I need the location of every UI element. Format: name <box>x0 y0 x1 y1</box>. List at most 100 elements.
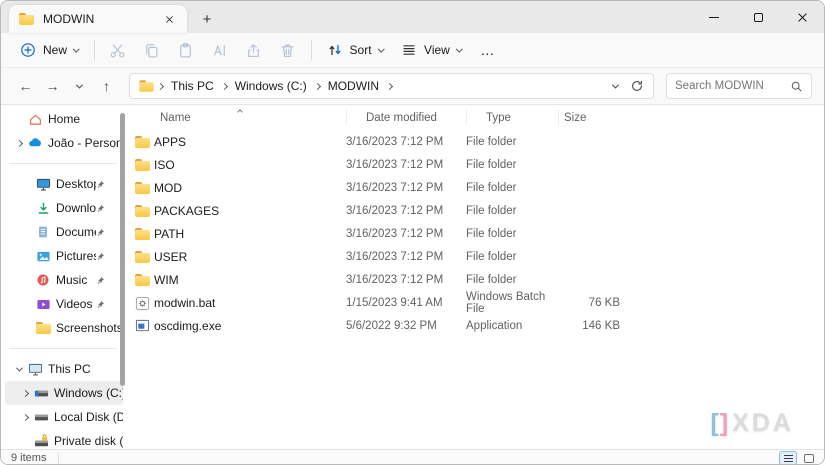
folder-icon <box>134 226 150 242</box>
table-row[interactable]: WIM 3/16/2023 7:12 PM File folder <box>134 268 824 291</box>
close-icon <box>165 15 174 24</box>
forward-button[interactable]: → <box>40 74 65 99</box>
file-explorer-window: MODWIN + New Sort View … ← → ↑ This PC W… <box>0 0 825 465</box>
folder-icon <box>134 157 150 173</box>
sidebar-item-pictures[interactable]: Pictures <box>5 244 123 268</box>
large-icons-view-icon <box>804 453 814 463</box>
see-more-button[interactable]: … <box>470 42 505 58</box>
recent-locations-button[interactable] <box>67 74 92 99</box>
share-button[interactable] <box>237 37 271 63</box>
new-tab-button[interactable]: + <box>195 7 219 31</box>
delete-button[interactable] <box>271 37 305 63</box>
cut-button[interactable] <box>101 37 135 63</box>
tab-close-button[interactable] <box>161 11 177 27</box>
pin-icon <box>96 180 105 189</box>
sidebar-item-windows-c[interactable]: Windows (C:) <box>5 381 123 405</box>
folder-icon <box>134 249 150 265</box>
column-header-type[interactable]: Type <box>466 105 558 130</box>
xda-watermark: [ ] XDA <box>711 409 794 438</box>
sidebar-item-music[interactable]: Music <box>5 268 123 292</box>
column-headers: Name Date modified Type Size <box>134 105 824 130</box>
rename-button[interactable] <box>203 37 237 63</box>
chevron-right-icon <box>220 82 228 90</box>
table-row[interactable]: USER 3/16/2023 7:12 PM File folder <box>134 245 824 268</box>
table-row[interactable]: oscdimg.exe 5/6/2022 9:32 PM Application… <box>134 314 824 337</box>
search-input[interactable] <box>675 80 790 92</box>
search-icon <box>790 80 803 93</box>
pictures-icon <box>35 248 51 264</box>
sidebar-item-desktop[interactable]: Desktop <box>5 172 123 196</box>
sidebar-scrollbar[interactable] <box>120 113 125 386</box>
music-icon <box>35 272 51 288</box>
sidebar-item-private-disk-s[interactable]: Private disk (S: <box>5 429 123 449</box>
locked-drive-icon <box>33 433 49 449</box>
column-header-name[interactable]: Name <box>134 105 346 130</box>
up-button[interactable]: ↑ <box>94 74 119 99</box>
column-header-size[interactable]: Size <box>558 105 630 130</box>
details-view-icon <box>783 454 793 462</box>
address-dropdown-icon[interactable] <box>611 81 620 89</box>
breadcrumb-windows-c[interactable]: Windows (C:) <box>231 77 311 95</box>
search-box[interactable] <box>666 73 812 99</box>
table-row[interactable]: ISO 3/16/2023 7:12 PM File folder <box>134 153 824 176</box>
chevron-down-icon <box>75 81 84 89</box>
windows-drive-icon <box>33 385 49 401</box>
table-row[interactable]: APPS 3/16/2023 7:12 PM File folder <box>134 130 824 153</box>
minimize-icon <box>709 16 719 18</box>
chevron-right-icon <box>385 82 394 90</box>
table-row[interactable]: modwin.bat 1/15/2023 9:41 AM Windows Bat… <box>134 291 824 315</box>
sort-button[interactable]: Sort <box>318 37 393 63</box>
computer-icon <box>27 361 43 377</box>
table-row[interactable]: PACKAGES 3/16/2023 7:12 PM File folder <box>134 199 824 222</box>
minimize-button[interactable] <box>692 1 736 33</box>
back-button[interactable]: ← <box>13 74 38 99</box>
large-icons-view-toggle[interactable] <box>800 451 818 464</box>
details-view-toggle[interactable] <box>779 451 797 464</box>
chevron-right-icon <box>15 139 23 147</box>
close-icon <box>797 12 808 23</box>
chevron-right-icon <box>156 82 165 90</box>
toolbar-separator <box>93 40 95 60</box>
close-button[interactable] <box>780 1 824 33</box>
list-lines-icon <box>401 42 417 58</box>
chevron-right-icon <box>21 413 29 421</box>
address-bar[interactable]: This PC Windows (C:) MODWIN <box>129 73 654 99</box>
sidebar-item-screenshots[interactable]: Screenshots <box>5 316 123 340</box>
sidebar-divider <box>9 348 117 349</box>
sidebar-item-local-disk-d[interactable]: Local Disk (D:) <box>5 405 123 429</box>
chevron-down-icon <box>455 45 463 52</box>
videos-icon <box>35 296 51 312</box>
table-row[interactable]: MOD 3/16/2023 7:12 PM File folder <box>134 176 824 199</box>
table-row[interactable]: PATH 3/16/2023 7:12 PM File folder <box>134 222 824 245</box>
sidebar-item-videos[interactable]: Videos <box>5 292 123 316</box>
pin-icon <box>96 300 105 309</box>
view-button[interactable]: View <box>392 37 470 63</box>
folder-icon <box>134 134 150 150</box>
breadcrumb-modwin[interactable]: MODWIN <box>324 77 383 95</box>
maximize-button[interactable] <box>736 1 780 33</box>
pin-icon <box>96 276 105 285</box>
sidebar-item-documents[interactable]: Documents <box>5 220 123 244</box>
command-toolbar: New Sort View … <box>1 33 824 68</box>
items-count: 9 items <box>11 452 47 464</box>
address-row: ← → ↑ This PC Windows (C:) MODWIN <box>1 68 824 105</box>
title-bar: MODWIN + <box>1 1 824 33</box>
navigation-pane: Home João - Personal Desktop Downloads D… <box>1 105 127 449</box>
content-area: Home João - Personal Desktop Downloads D… <box>1 105 824 449</box>
sidebar-item-this-pc[interactable]: This PC <box>5 357 123 381</box>
paste-button[interactable] <box>169 37 203 63</box>
folder-icon <box>134 272 150 288</box>
breadcrumb-this-pc[interactable]: This PC <box>167 77 218 95</box>
sidebar-item-onedrive[interactable]: João - Personal <box>5 131 123 155</box>
chevron-right-icon <box>21 389 29 397</box>
copy-button[interactable] <box>135 37 169 63</box>
sidebar-item-downloads[interactable]: Downloads <box>5 196 123 220</box>
refresh-icon[interactable] <box>630 79 644 93</box>
folder-icon <box>35 320 51 336</box>
sidebar-item-home[interactable]: Home <box>5 107 123 131</box>
chevron-down-icon <box>73 45 80 52</box>
new-button[interactable]: New <box>11 37 88 63</box>
status-bar: 9 items <box>1 449 824 464</box>
column-header-date-modified[interactable]: Date modified <box>346 105 466 130</box>
tab-modwin[interactable]: MODWIN <box>9 5 187 33</box>
